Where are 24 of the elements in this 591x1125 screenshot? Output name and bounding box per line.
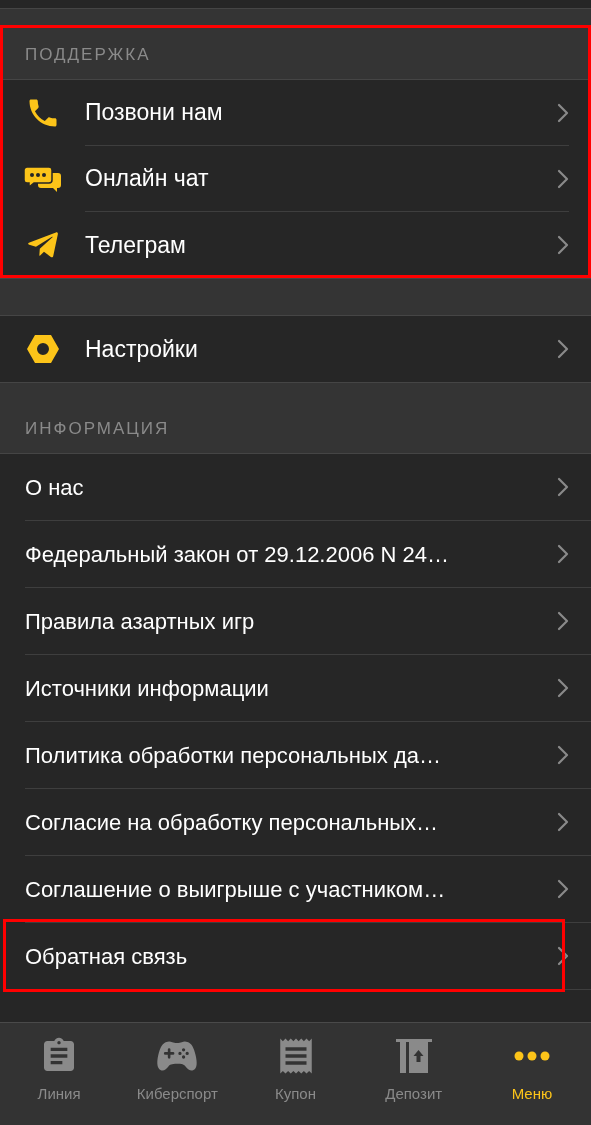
chevron-icon [557, 339, 569, 359]
chat-icon [24, 166, 62, 192]
tab[interactable]: Купон [236, 1035, 355, 1125]
chevron-icon [557, 235, 569, 255]
chevron-icon [557, 544, 569, 564]
deposit-icon [394, 1038, 433, 1074]
more-icon [513, 1051, 550, 1061]
hex-nut-icon [27, 334, 59, 364]
tab[interactable]: Киберспорт [118, 1035, 237, 1125]
tab[interactable]: Линия [0, 1035, 119, 1125]
chevron-icon [557, 879, 569, 899]
menu-item[interactable]: Обратная связь [25, 923, 591, 990]
chevron-icon [557, 946, 569, 966]
chevron-icon [557, 168, 569, 189]
chevron-icon [557, 102, 569, 123]
tab[interactable]: Меню [472, 1035, 591, 1125]
chevron-icon [557, 611, 569, 631]
chevron-icon [557, 745, 569, 765]
tab[interactable]: Депозит [354, 1035, 473, 1125]
chevron-icon [557, 678, 569, 698]
section-header: ПОДДЕРЖКА [0, 25, 591, 80]
chevron-icon [557, 812, 569, 832]
chevron-icon [557, 477, 569, 497]
section-header: ИНФОРМАЦИЯ [0, 382, 591, 454]
